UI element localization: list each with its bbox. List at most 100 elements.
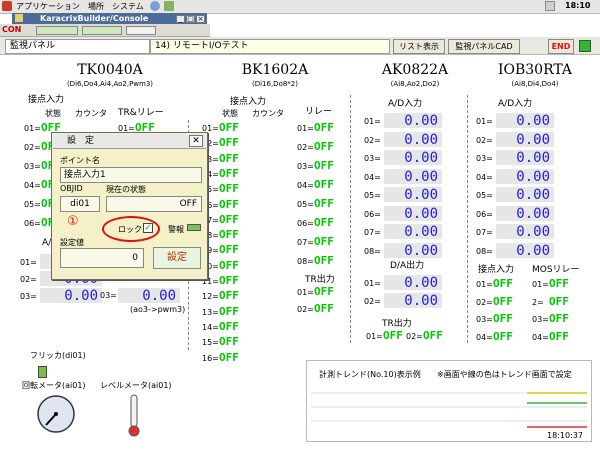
ak-ai-value[interactable]: 0.00 <box>384 224 442 240</box>
io-di-state[interactable]: OFF <box>493 278 513 290</box>
bk-di-label: 接点入力 <box>230 97 267 107</box>
bk-di-state[interactable]: OFF <box>219 198 239 211</box>
ak-ai-value[interactable]: 0.00 <box>384 168 442 185</box>
menu-system[interactable]: システム <box>112 1 144 12</box>
io-ai-value[interactable]: 0.00 <box>496 242 554 259</box>
ak-ai-row: 01= 0.00 <box>364 113 444 129</box>
bk-di-state[interactable]: OFF <box>219 183 239 195</box>
bk-di-state[interactable]: OFF <box>219 122 239 134</box>
io-ai-value[interactable]: 0.00 <box>496 113 554 129</box>
bk-relay-state[interactable]: OFF <box>314 160 334 172</box>
ak-tr-label: TR出力 <box>382 319 412 329</box>
io-di-state[interactable]: OFF <box>493 330 513 343</box>
bk-relay-state[interactable]: OFF <box>314 179 334 191</box>
strip-button-2[interactable] <box>82 26 122 35</box>
io-mos-state[interactable]: OFF <box>549 313 569 325</box>
ak-ai-number: 04= <box>364 172 381 182</box>
bk-di-state[interactable]: OFF <box>219 213 239 226</box>
bk-di-state[interactable]: OFF <box>219 351 239 364</box>
ak-tr-state[interactable]: OFF <box>423 330 443 342</box>
bk-di-state[interactable]: OFF <box>219 320 239 333</box>
bk-relay-state[interactable]: OFF <box>314 122 334 134</box>
bk-di-state[interactable]: OFF <box>219 137 239 149</box>
alarm-toggle[interactable] <box>187 224 201 231</box>
dialog-close-icon[interactable]: ✕ <box>189 135 203 147</box>
bk-relay-state[interactable]: OFF <box>314 198 334 210</box>
end-button[interactable]: END <box>548 39 574 54</box>
ak-ao-value[interactable]: 0.00 <box>384 275 442 291</box>
bk-relay-state[interactable]: OFF <box>314 217 334 229</box>
menu-places[interactable]: 場所 <box>88 1 104 12</box>
io-ai-number: 02= <box>476 135 493 145</box>
bk-di-state[interactable]: OFF <box>219 244 239 256</box>
strip-button-3[interactable] <box>126 26 156 35</box>
panel-cad-button[interactable]: 監視パネルCAD <box>448 39 520 54</box>
bk-di-row: 03= OFF <box>202 152 262 168</box>
io-mos-state[interactable]: OFF <box>549 295 569 308</box>
tk-pwm-row: 03= 0.00 <box>100 288 180 304</box>
bk-relay-state[interactable]: OFF <box>314 236 334 248</box>
ak-ai-value[interactable]: 0.00 <box>384 205 442 222</box>
bk-relay-state[interactable]: OFF <box>314 141 334 153</box>
bk-relay-state[interactable]: OFF <box>314 255 334 267</box>
bk-di-state[interactable]: OFF <box>219 290 239 302</box>
app-menu-icon[interactable] <box>2 1 12 11</box>
ak-ao-value[interactable]: 0.00 <box>384 293 442 309</box>
strip-button-1[interactable] <box>36 26 78 35</box>
alarm-label: 警報 <box>168 225 184 234</box>
io-di-state[interactable]: OFF <box>493 295 513 308</box>
tk-ai-value[interactable]: 0.00 <box>40 288 102 304</box>
io-ai-value[interactable]: 0.00 <box>496 224 554 240</box>
bk-di-state[interactable]: OFF <box>219 167 239 180</box>
tk-di-number: 02= <box>24 143 41 152</box>
lock-checkbox[interactable]: ✓ <box>143 223 153 233</box>
maximize-button[interactable]: □ <box>186 15 195 23</box>
ak-ai-value[interactable]: 0.00 <box>384 150 442 166</box>
browser-icon[interactable] <box>150 1 160 11</box>
io-ai-value[interactable]: 0.00 <box>496 205 554 222</box>
dialog-title-bar[interactable]: 設 定 <box>53 134 206 149</box>
io-title: IOB30RTA <box>497 62 573 78</box>
io-ai-value[interactable]: 0.00 <box>496 187 554 203</box>
page-title-field: 14) リモートI/Oテスト <box>150 39 390 54</box>
bk-di-state[interactable]: OFF <box>219 305 239 318</box>
close-window-button[interactable]: × <box>196 15 205 23</box>
minimize-button[interactable]: _ <box>176 15 185 23</box>
state-label: 現在の状態 <box>106 185 146 194</box>
io-mos-state[interactable]: OFF <box>549 330 569 343</box>
bk-tr-state[interactable]: OFF <box>314 303 334 315</box>
io-mos-state[interactable]: OFF <box>549 278 569 290</box>
bk-di-state[interactable]: OFF <box>219 229 239 241</box>
set-value-field[interactable]: 0 <box>60 248 144 268</box>
bk-di-row: 11= OFF <box>202 275 262 290</box>
bk-di-row: 05= OFF <box>202 183 262 198</box>
bk-relay-row: 04= OFF <box>297 179 357 198</box>
bk-di-row: 06= OFF <box>202 198 262 214</box>
ak-ai-value[interactable]: 0.00 <box>384 242 442 259</box>
bk-di-state[interactable]: OFF <box>219 275 239 287</box>
ak-ai-number: 02= <box>364 135 381 145</box>
annotation-circle-number: ① <box>67 214 79 229</box>
trend-panel[interactable]: 計測トレンド(No.10)表示例 ※画面や線の色はトレンド画面で設定 18:10… <box>306 360 592 442</box>
ak-ai-value[interactable]: 0.00 <box>384 131 442 148</box>
menu-applications[interactable]: アプリケーション <box>16 1 80 12</box>
io-ai-row: 05= 0.00 <box>476 187 556 203</box>
bk-di-state[interactable]: OFF <box>219 336 239 348</box>
bk-di-state[interactable]: OFF <box>219 259 239 272</box>
bk-di-state[interactable]: OFF <box>219 152 239 165</box>
io-ai-value[interactable]: 0.00 <box>496 131 554 148</box>
mail-icon[interactable] <box>164 1 174 11</box>
ak-ai-value[interactable]: 0.00 <box>384 113 442 129</box>
io-di-row: 03= OFF <box>476 313 536 331</box>
io-ai-value[interactable]: 0.00 <box>496 150 554 166</box>
ak-tr-state[interactable]: OFF <box>383 330 403 342</box>
list-view-button[interactable]: リスト表示 <box>393 39 445 54</box>
io-ai-value[interactable]: 0.00 <box>496 168 554 185</box>
set-button[interactable]: 設定 <box>153 247 201 269</box>
io-di-state[interactable]: OFF <box>493 313 513 325</box>
bk-tr-state[interactable]: OFF <box>314 286 334 298</box>
tk-di-number: 06= <box>24 219 41 228</box>
point-name-field[interactable]: 接点入力1 <box>60 167 202 183</box>
level-thermometer-icon <box>128 394 140 437</box>
ak-ai-value[interactable]: 0.00 <box>384 187 442 203</box>
